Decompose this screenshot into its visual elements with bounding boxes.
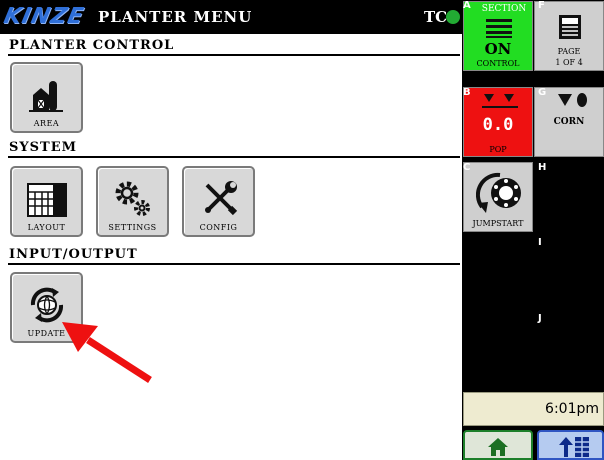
jumpstart-icon — [476, 172, 521, 213]
section-planter-control: PLANTER CONTROL — [9, 38, 175, 53]
area-button[interactable]: AREA — [10, 62, 83, 133]
menu-button[interactable] — [537, 430, 604, 460]
menu-up-arrow-icon — [559, 437, 589, 457]
area-label: AREA — [33, 119, 60, 128]
tc-status-indicator — [446, 10, 460, 24]
header-bar: KINZE PLANTER MENU TC — [0, 0, 462, 34]
population-label: POP — [489, 145, 507, 154]
slot-letter-b: B — [463, 87, 471, 98]
slot-letter-i: I — [538, 237, 542, 248]
tc-label: TC — [424, 8, 448, 26]
crop-label: CORN — [553, 117, 585, 127]
config-button[interactable]: CONFIG — [182, 166, 255, 237]
right-status-panel: SECTION ON CONTROL A PAGE 1 OF 4 F 0.0 P… — [462, 0, 604, 460]
jumpstart-label: JUMPSTART — [472, 219, 524, 228]
section-value: ON — [484, 40, 512, 58]
kinze-logo: KINZE — [1, 4, 87, 29]
wrench-screwdriver-icon — [204, 181, 237, 216]
home-icon — [488, 438, 508, 456]
section-sub: CONTROL — [476, 59, 520, 68]
section-divider — [8, 54, 460, 56]
corn-seed-icon — [558, 93, 587, 107]
slot-letter-g: G — [538, 87, 547, 98]
section-system: SYSTEM — [9, 140, 78, 155]
home-button[interactable] — [463, 430, 533, 460]
clock-display: 6:01pm — [463, 392, 604, 426]
slot-letter-h: H — [538, 162, 547, 173]
page-tile[interactable]: PAGE 1 OF 4 — [534, 1, 604, 71]
gears-icon — [115, 181, 150, 216]
section-icon — [486, 19, 512, 38]
section-divider — [8, 156, 460, 158]
layout-button[interactable]: LAYOUT — [10, 166, 83, 237]
slot-letter-c: C — [463, 162, 471, 173]
page-title: PLANTER MENU — [98, 8, 253, 26]
slot-letter-j: J — [538, 313, 542, 324]
settings-label: SETTINGS — [108, 223, 157, 232]
population-tile[interactable]: 0.0 POP — [463, 87, 533, 157]
section-divider — [8, 263, 460, 265]
section-input-output: INPUT/OUTPUT — [9, 247, 138, 262]
page-count: 1 OF 4 — [555, 58, 583, 67]
section-control-tile[interactable]: SECTION ON CONTROL — [463, 1, 533, 71]
red-arrow-annotation — [62, 322, 152, 383]
population-value: 0.0 — [482, 115, 514, 135]
barn-icon — [28, 81, 63, 112]
slot-letter-a: A — [463, 0, 471, 11]
layout-label: LAYOUT — [27, 223, 66, 232]
slot-letter-f: F — [538, 0, 545, 11]
section-title: SECTION — [481, 4, 527, 14]
grid-layout-icon — [26, 183, 67, 217]
seed-meter-icon — [482, 94, 518, 108]
page-label: PAGE — [557, 47, 581, 56]
page-icon — [559, 15, 581, 39]
jumpstart-tile[interactable]: JUMPSTART — [463, 162, 533, 232]
config-label: CONFIG — [199, 223, 238, 232]
settings-button[interactable]: SETTINGS — [96, 166, 169, 237]
